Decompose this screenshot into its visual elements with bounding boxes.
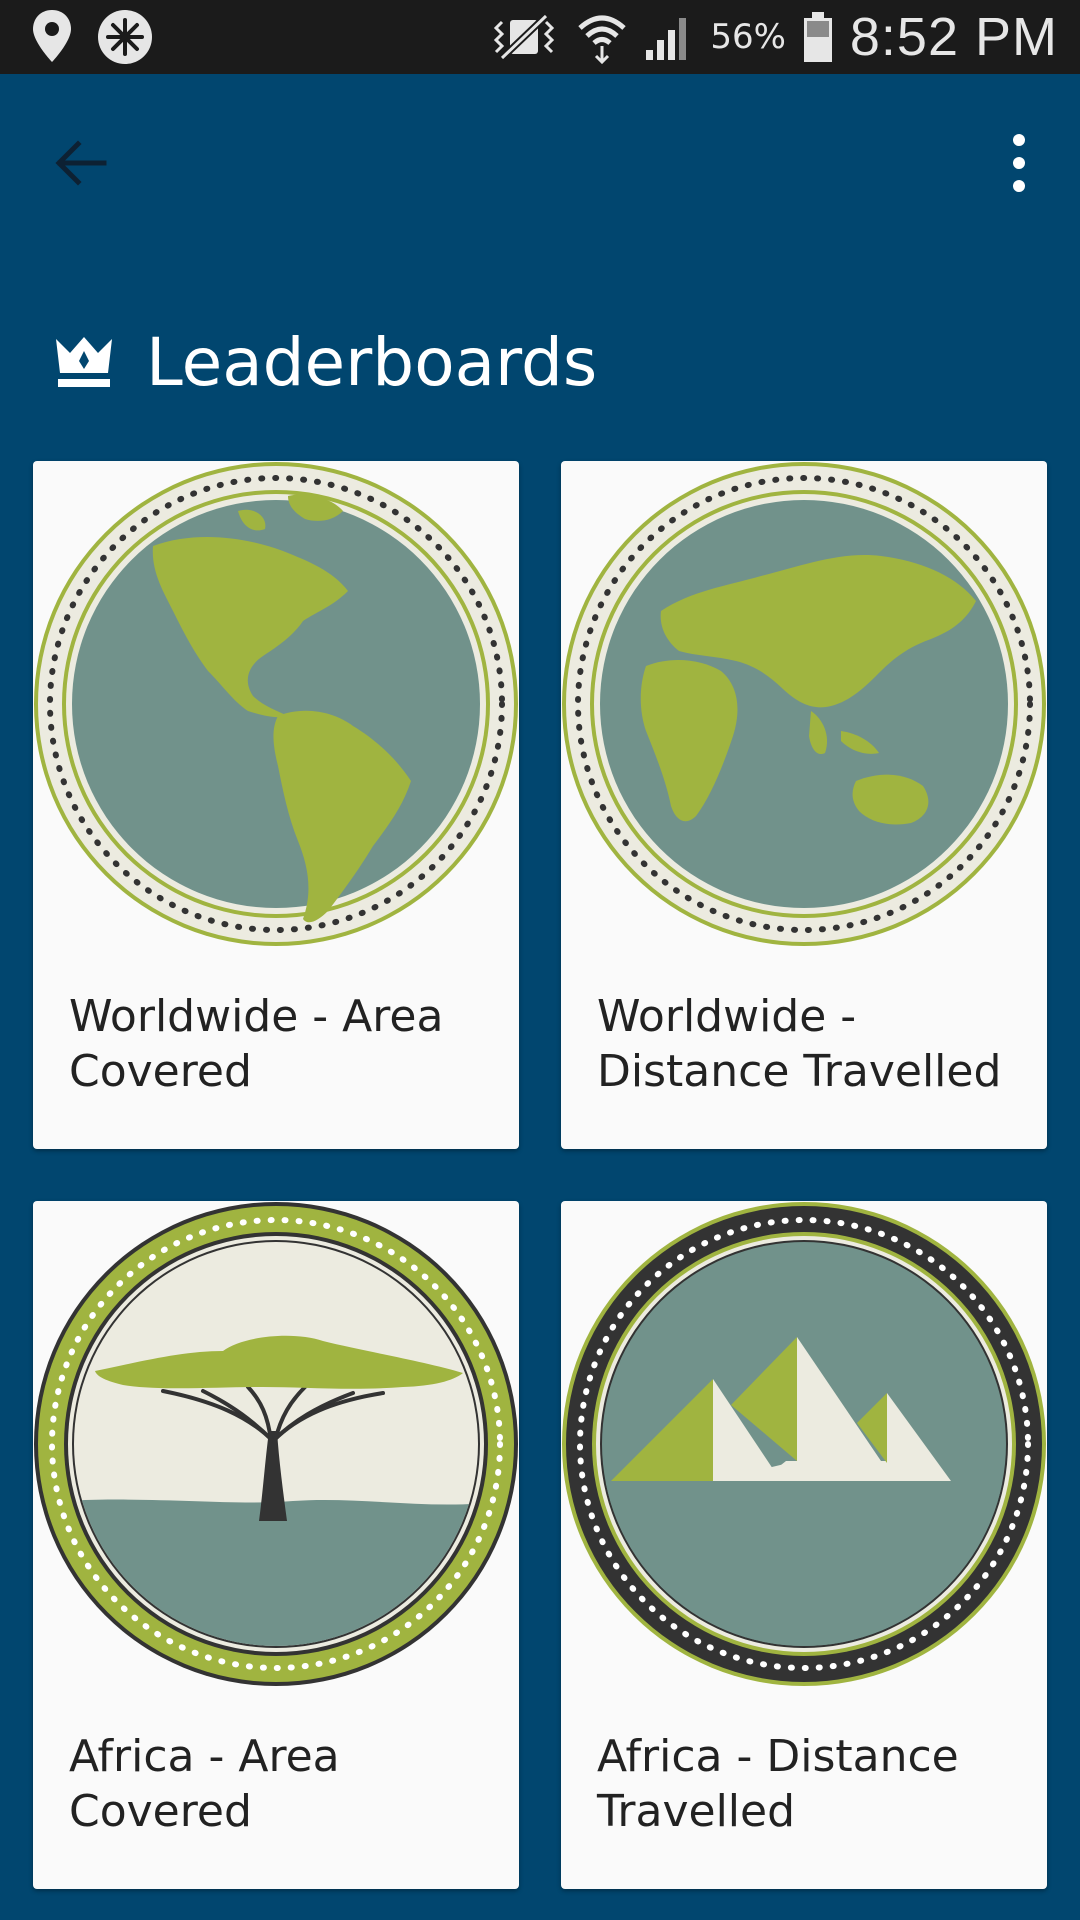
card-title: Worldwide - Area Covered xyxy=(69,991,444,1097)
compass-app-icon xyxy=(98,10,152,64)
app-bar xyxy=(0,74,1080,244)
vibrate-icon xyxy=(494,13,555,61)
globe-americas-badge xyxy=(34,462,518,946)
acacia-tree-badge xyxy=(34,1202,518,1686)
globe-eurasia-badge xyxy=(562,462,1046,946)
leaderboard-card-africa-area[interactable]: Africa - Area Covered xyxy=(33,1201,519,1889)
pyramids-badge xyxy=(562,1202,1046,1686)
page-heading: Leaderboards xyxy=(52,318,597,406)
battery-icon xyxy=(803,12,832,62)
clock: 8:52 PM xyxy=(849,7,1058,67)
leaderboard-card-africa-distance[interactable]: Africa - Distance Travelled xyxy=(561,1201,1047,1889)
leaderboard-card-worldwide-distance[interactable]: Worldwide - Distance Travelled xyxy=(561,461,1047,1149)
more-vert-icon[interactable] xyxy=(994,128,1044,198)
status-bar: 56% 8:52 PM xyxy=(0,0,1080,74)
crown-icon xyxy=(56,337,112,387)
leaderboard-card-worldwide-area[interactable]: Worldwide - Area Covered xyxy=(33,461,519,1149)
card-title: Worldwide - Distance Travelled xyxy=(597,991,1002,1097)
card-title: Africa - Distance Travelled xyxy=(597,1731,959,1837)
signal-icon xyxy=(646,18,687,60)
arrow-back-icon[interactable] xyxy=(48,130,114,196)
location-pin-icon xyxy=(33,10,71,62)
page-title: Leaderboards xyxy=(146,323,598,401)
battery-percent: 56% xyxy=(710,17,786,57)
card-title: Africa - Area Covered xyxy=(69,1731,340,1837)
wifi-icon xyxy=(578,15,626,64)
